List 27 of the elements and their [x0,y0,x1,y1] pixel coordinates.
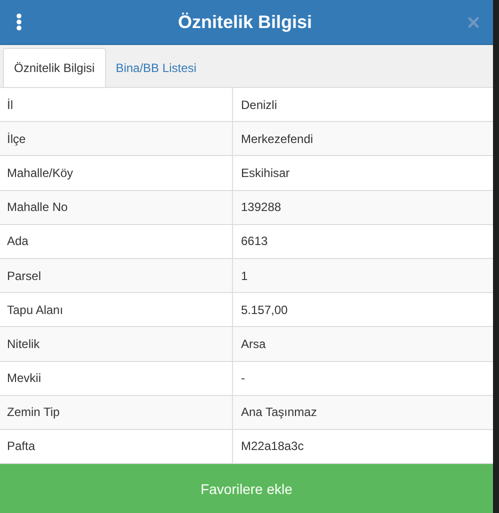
table-cell: Mahalle/Köy [0,156,233,190]
table-cell-text: - [240,370,246,388]
table-cell: Pafta [0,430,233,464]
table-cell: Zemin Tip [0,396,233,429]
table-cell: Mahalle No [0,190,233,224]
table-cell-text: 5.157,00 [240,302,289,319]
table-cell: Ada [0,224,233,258]
table-cell-text: Arsa [240,336,267,353]
table-cell-text: 6613 [240,233,269,250]
table-cell-text: 139288 [240,199,282,216]
table-cell: Parsel [0,258,233,292]
table-cell-text: Eskihisar [240,164,291,182]
table-cell: İl [0,88,233,122]
table-cell: Mevkii [0,362,233,395]
table-cell-text: Ana Taşınmaz [240,404,318,422]
menu-icon[interactable] [16,13,22,31]
tab[interactable]: Bina/BB Listesi [106,48,206,87]
table-cell: Nitelik [0,327,233,360]
table-cell-text: Denizli [240,96,278,114]
table-cell-text: 1 [240,268,249,285]
table-cell-text: Merkezefendi [240,130,314,148]
window-title: Öznitelik Bilgisi [176,12,314,32]
table-cell: Tapu Alanı [0,293,233,326]
table-cell: İlçe [0,122,233,156]
tab[interactable]: Öznitelik Bilgisi [3,48,106,87]
add-favorites-button[interactable]: Favorilere ekle [0,464,493,513]
table-cell-text: M22a18a3c [240,438,305,456]
